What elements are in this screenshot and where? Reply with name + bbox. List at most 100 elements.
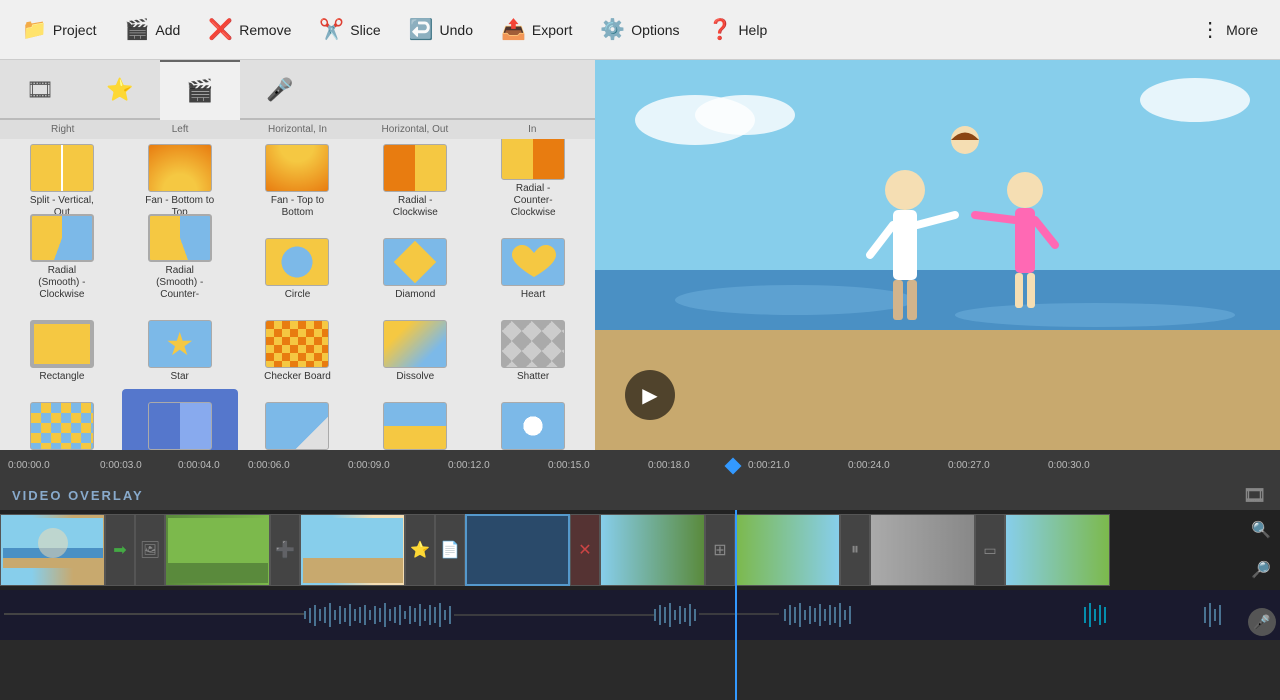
transition-label-fan-top: Fan - Top to Bottom [261,195,333,219]
transition-radial-ccw[interactable]: Radial - Counter-Clockwise [475,143,591,223]
options-button[interactable]: ⚙️ Options [586,11,693,48]
time-ruler: 0:00:00.0 0:00:03.0 0:00:04.0 0:00:06.0 … [0,450,1280,480]
clip-trans-add[interactable]: ➕ [270,514,300,586]
tab-video[interactable]: 🎞 [0,60,80,120]
video-overlay-label: VIDEO OVERLAY 🎞 [0,480,1280,510]
export-button[interactable]: 📤 Export [487,11,586,48]
transition-rectangle[interactable]: Rectangle [4,307,120,387]
transition-fan-top[interactable]: Fan - Top to Bottom [240,143,356,223]
transition-thumb-zoom [501,402,565,450]
clip-beach-1[interactable] [0,514,105,586]
beach-scene [595,60,1280,450]
clip-trans-7[interactable]: ▭ [975,514,1005,586]
clip-thumb-family [303,518,403,583]
tab-transitions-icon: 🎬 [186,78,213,104]
transition-split-v[interactable]: Split - Vertical, Out [4,143,120,223]
undo-label: Undo [440,22,473,38]
clip-trans-pause[interactable]: ⏸ [840,514,870,586]
timeline-tracks: ➡ 🖼 ➕ [0,510,1280,700]
time-mark-7: 0:00:18.0 [648,460,690,471]
clip-thumb-beach [3,518,103,583]
transitions-panel: 🎞 ⭐ 🎬 🎤 Right Left Horizontal, In Horizo… [0,60,595,450]
transition-star[interactable]: Star [122,307,238,387]
col-label-horiz-out: Horizontal, Out [356,122,473,137]
transition-pagecurl[interactable]: Page Curl [240,389,356,450]
slice-icon: ✂️ [319,17,344,42]
transition-radial-s-cw[interactable]: Radial (Smooth) - Clockwise [4,225,120,305]
transitions-grid: Split - Vertical, Out Fan - Bottom to To… [0,139,595,450]
transition-label-radial-cw: Radial - Clockwise [379,195,451,219]
transition-thumb-fan-btm [148,144,212,192]
time-mark-11: 0:00:30.0 [1048,460,1090,471]
options-icon: ⚙️ [600,17,625,42]
clip-trans-page[interactable]: 📄 [435,514,465,586]
clip-trans-grid[interactable]: ⊞ [705,514,735,586]
transition-heart[interactable]: Heart [475,225,591,305]
col-label-right: Right [4,122,121,137]
project-button[interactable]: 📁 Project [8,11,110,48]
transition-checker[interactable]: Checker Board [240,307,356,387]
trans-star-icon: ⭐ [410,540,430,560]
transition-radial-cw[interactable]: Radial - Clockwise [357,143,473,223]
timeline-playhead [735,510,737,700]
clip-thumb-grass [168,518,268,583]
clip-7[interactable] [870,514,975,586]
transition-label-star: Star [171,371,189,383]
slice-button[interactable]: ✂️ Slice [305,11,394,48]
transition-diamond[interactable]: Diamond [357,225,473,305]
heart-svg [502,239,565,286]
clip-5[interactable] [600,514,705,586]
clip-trans-star[interactable]: ⭐ [405,514,435,586]
transition-label-radial-s-ccw: Radial (Smooth) - Counter- [144,265,216,301]
timeline-zoom-icon[interactable]: 🔎 [1251,560,1271,580]
transition-zoom[interactable]: Zoom [475,389,591,450]
audio-waveform [4,593,1244,638]
transition-dissolve[interactable]: Dissolve [357,307,473,387]
clip-trans-cross[interactable]: ✕ [570,514,600,586]
transition-thumb-fan-top [265,144,329,192]
help-button[interactable]: ❓ Help [694,11,782,48]
play-button[interactable]: ▶ [625,370,675,420]
tab-transitions[interactable]: 🎬 [160,60,240,120]
clip-trans-move[interactable]: ➡ [105,514,135,586]
transition-circle[interactable]: Circle [240,225,356,305]
add-icon: 🎬 [124,17,149,42]
undo-button[interactable]: ↩️ Undo [395,11,487,48]
trans-grid-icon: ⊞ [713,540,726,560]
transition-flip[interactable]: Flip [122,389,238,450]
remove-button[interactable]: ❌ Remove [194,11,305,48]
transition-thumb-pagecurl [265,402,329,450]
time-mark-1: 0:00:03.0 [100,460,142,471]
transition-shatter[interactable]: Shatter [475,307,591,387]
clip-family[interactable] [300,514,405,586]
transition-radial-s-ccw[interactable]: Radial (Smooth) - Counter- [122,225,238,305]
transition-label-circle: Circle [285,289,311,301]
transition-thumb-radial-s-ccw [148,214,212,262]
options-label: Options [631,22,679,38]
tab-favorites[interactable]: ⭐ [80,60,160,120]
add-button[interactable]: 🎬 Add [110,11,194,48]
transition-thumb-split-v [30,144,94,192]
transition-fan-btm[interactable]: Fan - Bottom to Top [122,143,238,223]
clip-trans-img[interactable]: 🖼 [135,514,165,586]
more-label: More [1226,22,1258,38]
transition-label-radial-s-cw: Radial (Smooth) - Clockwise [26,265,98,301]
tab-audio-icon: 🎤 [266,77,293,103]
transition-roll[interactable]: Roll [357,389,473,450]
tab-favorites-icon: ⭐ [106,77,133,103]
timeline-area: 0:00:00.0 0:00:03.0 0:00:04.0 0:00:06.0 … [0,450,1280,700]
export-icon: 📤 [501,17,526,42]
clip-grass[interactable] [165,514,270,586]
trans-move-icon: ➡ [113,540,126,560]
preview-panel: ▶ [595,60,1280,450]
clip-dark[interactable] [465,514,570,586]
transition-squares[interactable]: Squares [4,389,120,450]
more-button[interactable]: ⋮ More [1186,11,1272,48]
tab-audio[interactable]: 🎤 [240,60,320,120]
undo-icon: ↩️ [409,17,434,42]
clip-8[interactable] [1005,514,1110,586]
timeline-search-icon[interactable]: 🔍 [1251,520,1271,540]
clip-6[interactable] [735,514,840,586]
help-label: Help [738,22,767,38]
mic-button[interactable]: 🎤 [1248,608,1276,636]
